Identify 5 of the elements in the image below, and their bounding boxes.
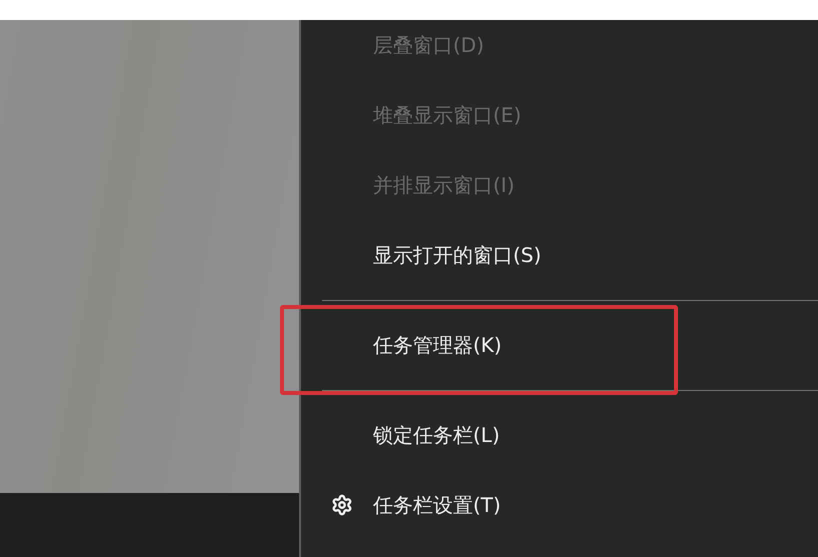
menu-item[interactable]: 任务管理器(K) bbox=[301, 310, 818, 380]
settings-icon bbox=[331, 494, 353, 516]
menu-item[interactable]: 显示打开的窗口(S) bbox=[301, 220, 818, 290]
menu-item[interactable]: 锁定任务栏(L) bbox=[301, 400, 818, 470]
menu-item[interactable]: 任务栏设置(T) bbox=[301, 470, 818, 540]
